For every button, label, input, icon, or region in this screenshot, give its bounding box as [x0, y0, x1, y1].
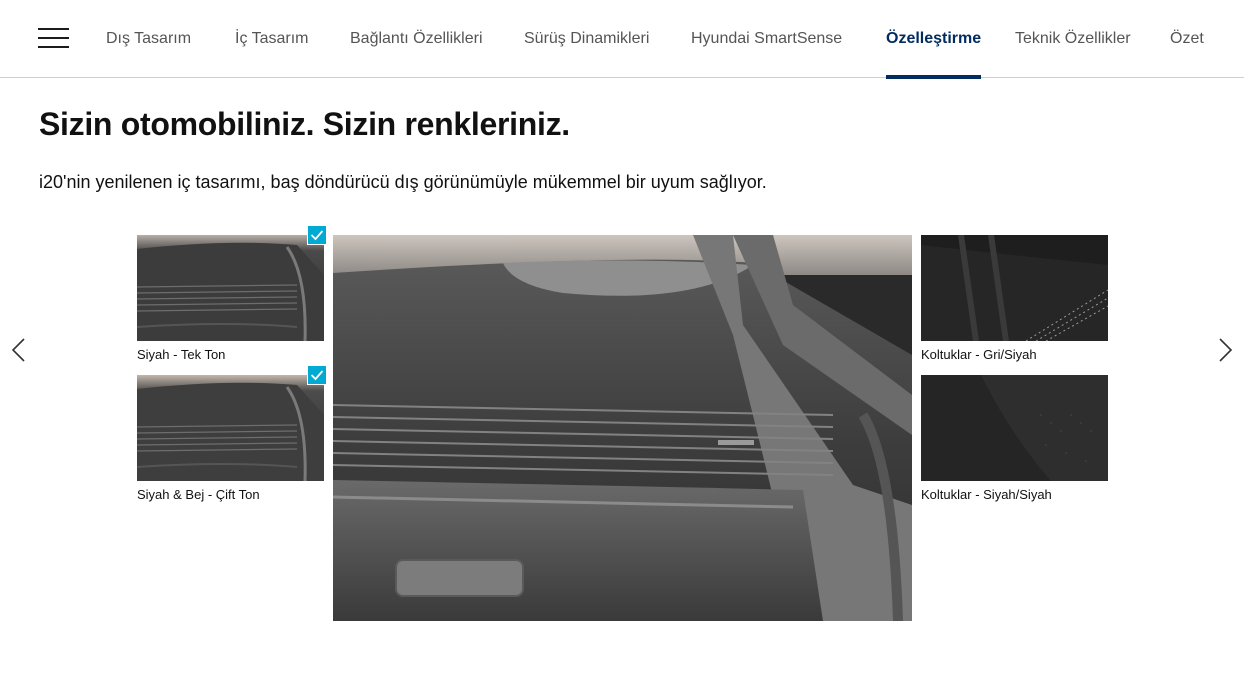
nav-tab-ozellestirme-label: Özelleştirme [886, 30, 982, 47]
interior-option-label: Siyah & Bej - Çift Ton [137, 487, 260, 502]
page-title: Sizin otomobiliniz. Sizin renkleriniz. [39, 106, 570, 142]
seat-option-siyah-siyah[interactable] [921, 375, 1108, 481]
chevron-left-icon[interactable] [4, 334, 34, 366]
interior-option-label: Siyah - Tek Ton [137, 347, 226, 362]
nav-tab-dis-tasarim[interactable]: Dış Tasarım [106, 0, 191, 78]
seat-option-label: Koltuklar - Siyah/Siyah [921, 487, 1052, 502]
seat-option-label: Koltuklar - Gri/Siyah [921, 347, 1037, 362]
dashboard-thumbnail-image [137, 375, 324, 481]
nav-tab-ozellestirme[interactable]: Özelleştirme [886, 0, 982, 79]
nav-tab-ozet[interactable]: Özet [1170, 0, 1204, 78]
interior-option-cift-ton[interactable] [137, 375, 324, 481]
interior-option-tek-ton[interactable] [137, 235, 324, 341]
nav-tab-teknik-ozellikler[interactable]: Teknik Özellikler [1015, 0, 1131, 78]
seat-fabric-image [921, 375, 1108, 481]
dashboard-thumbnail-image [137, 235, 324, 341]
nav-tab-hyundai-smartsense[interactable]: Hyundai SmartSense [691, 0, 842, 78]
nav-tab-baglanti-ozellikleri[interactable]: Bağlantı Özellikleri [350, 0, 483, 78]
selected-check-icon [307, 365, 327, 385]
interior-preview-image [333, 235, 912, 621]
page-subtitle: i20'nin yenilenen iç tasarımı, baş döndü… [39, 172, 767, 192]
hamburger-menu-icon[interactable] [38, 28, 69, 50]
active-tab-indicator [886, 75, 982, 79]
chevron-right-icon[interactable] [1210, 334, 1240, 366]
top-navigation: Dış Tasarım İç Tasarım Bağlantı Özellikl… [0, 0, 1244, 79]
seat-fabric-image [921, 235, 1108, 341]
nav-tab-surus-dinamikleri[interactable]: Sürüş Dinamikleri [524, 0, 649, 78]
selected-check-icon [307, 225, 327, 245]
seat-option-gri-siyah[interactable] [921, 235, 1108, 341]
nav-tab-ic-tasarim[interactable]: İç Tasarım [235, 0, 309, 78]
